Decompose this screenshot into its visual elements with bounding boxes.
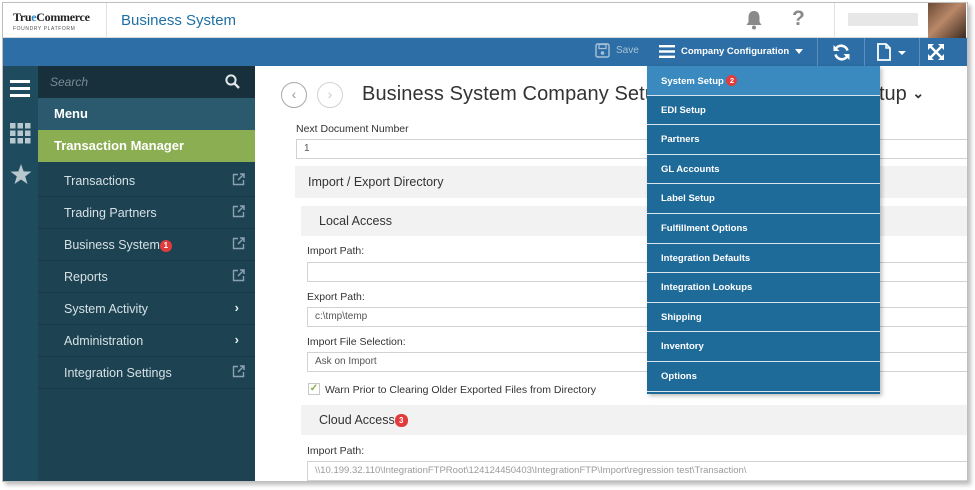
menu-item-shipping[interactable]: Shipping — [647, 303, 880, 333]
caret-down-icon — [795, 48, 804, 54]
company-configuration-menu-button[interactable]: Company Configuration — [659, 45, 804, 58]
menu-item-integration-lookups[interactable]: Integration Lookups — [647, 273, 880, 303]
app-window: TrueCommerce FOUNDRY PLATFORM Business S… — [2, 2, 968, 482]
help-icon[interactable]: ? — [792, 7, 805, 31]
export-path-label: Export Path: — [307, 291, 365, 303]
cloud-import-path-label: Import Path: — [307, 445, 365, 457]
menu-item-edi-setup[interactable]: EDI Setup — [647, 96, 880, 126]
menu-item-options[interactable]: Options — [647, 362, 880, 392]
sidebar-item-administration[interactable]: Administration › — [38, 325, 255, 357]
import-path-label: Import Path: — [307, 245, 365, 257]
external-link-icon — [232, 173, 245, 189]
import-file-selection-label: Import File Selection: — [307, 336, 406, 348]
sidebar-search — [38, 66, 255, 98]
sidebar-item-business-system[interactable]: Business System 1 — [38, 229, 255, 261]
callout-badge: 2 — [726, 75, 738, 86]
user-name-redacted[interactable] — [848, 13, 918, 26]
save-icon — [595, 43, 610, 58]
chevron-down-icon: ⌄ — [912, 85, 925, 101]
chevron-right-icon: › — [234, 332, 239, 347]
external-link-icon — [232, 237, 245, 253]
sidebar-item-transactions[interactable]: Transactions — [38, 165, 255, 197]
search-input[interactable] — [50, 73, 220, 91]
save-button[interactable]: Save — [595, 43, 639, 58]
nav-list: Transactions Trading Partners Business S… — [38, 165, 255, 389]
app-title: Business System — [121, 12, 237, 29]
chevron-left-icon: ‹ — [291, 86, 297, 102]
sidebar: Menu Transaction Manager Transactions Tr… — [38, 66, 255, 481]
external-link-icon — [232, 269, 245, 285]
toolbar-divider — [817, 38, 818, 66]
callout-badge: 3 — [394, 414, 408, 427]
hamburger-icon — [659, 45, 675, 58]
menu-item-system-setup[interactable]: System Setup 2 — [647, 66, 880, 96]
top-header: TrueCommerce FOUNDRY PLATFORM Business S… — [3, 3, 967, 38]
document-menu-icon[interactable] — [877, 43, 909, 64]
chevron-right-icon: › — [327, 86, 333, 102]
grid-icon[interactable] — [10, 123, 31, 147]
sidebar-item-integration-settings[interactable]: Integration Settings — [38, 357, 255, 389]
search-icon[interactable] — [225, 74, 240, 92]
toolbar-divider — [864, 38, 865, 66]
menu-item-fulfillment-options[interactable]: Fulfillment Options — [647, 214, 880, 244]
external-link-icon — [232, 205, 245, 221]
cloud-access-heading[interactable]: Cloud Access 3 — [301, 405, 967, 435]
avatar[interactable] — [928, 3, 966, 38]
chevron-right-icon: › — [234, 300, 239, 315]
expand-icon[interactable] — [927, 43, 945, 64]
next-document-number-label: Next Document Number — [296, 123, 409, 135]
refresh-icon[interactable] — [832, 43, 851, 65]
external-link-icon — [232, 365, 245, 381]
truecommerce-logo[interactable]: TrueCommerce FOUNDRY PLATFORM — [13, 10, 105, 34]
header-divider — [834, 3, 835, 38]
page-title-selector[interactable]: tup ⌄ — [879, 83, 924, 106]
bell-icon[interactable] — [743, 9, 765, 31]
forward-button[interactable]: › — [317, 82, 343, 108]
menu-heading: Menu — [38, 98, 255, 130]
sidebar-item-system-activity[interactable]: System Activity › — [38, 293, 255, 325]
page-title: Business System Company Setup — [362, 83, 668, 105]
company-configuration-dropdown: System Setup 2 EDI Setup Partners GL Acc… — [647, 66, 880, 394]
warn-clear-checkbox[interactable]: ✓ — [308, 383, 320, 395]
warn-clear-checkbox-label: Warn Prior to Clearing Older Exported Fi… — [325, 384, 596, 396]
menu-item-label-setup[interactable]: Label Setup — [647, 184, 880, 214]
transaction-manager-heading[interactable]: Transaction Manager — [38, 130, 255, 162]
menu-item-partners[interactable]: Partners — [647, 125, 880, 155]
sidebar-item-reports[interactable]: Reports — [38, 261, 255, 293]
star-icon[interactable] — [10, 164, 32, 188]
toolbar-divider — [919, 38, 920, 66]
callout-badge: 1 — [159, 240, 172, 252]
sidebar-item-trading-partners[interactable]: Trading Partners — [38, 197, 255, 229]
header-divider — [106, 3, 107, 38]
menu-item-gl-accounts[interactable]: GL Accounts — [647, 155, 880, 185]
cloud-import-path-field[interactable]: \\10.199.32.110\IntegrationFTPRoot\12412… — [307, 461, 967, 481]
menu-item-inventory[interactable]: Inventory — [647, 332, 880, 362]
left-icon-rail — [3, 66, 38, 481]
toolbar: Save Company Configuration — [3, 38, 967, 66]
menu-item-integration-defaults[interactable]: Integration Defaults — [647, 244, 880, 274]
back-button[interactable]: ‹ — [281, 82, 307, 108]
hamburger-icon[interactable] — [10, 80, 30, 100]
